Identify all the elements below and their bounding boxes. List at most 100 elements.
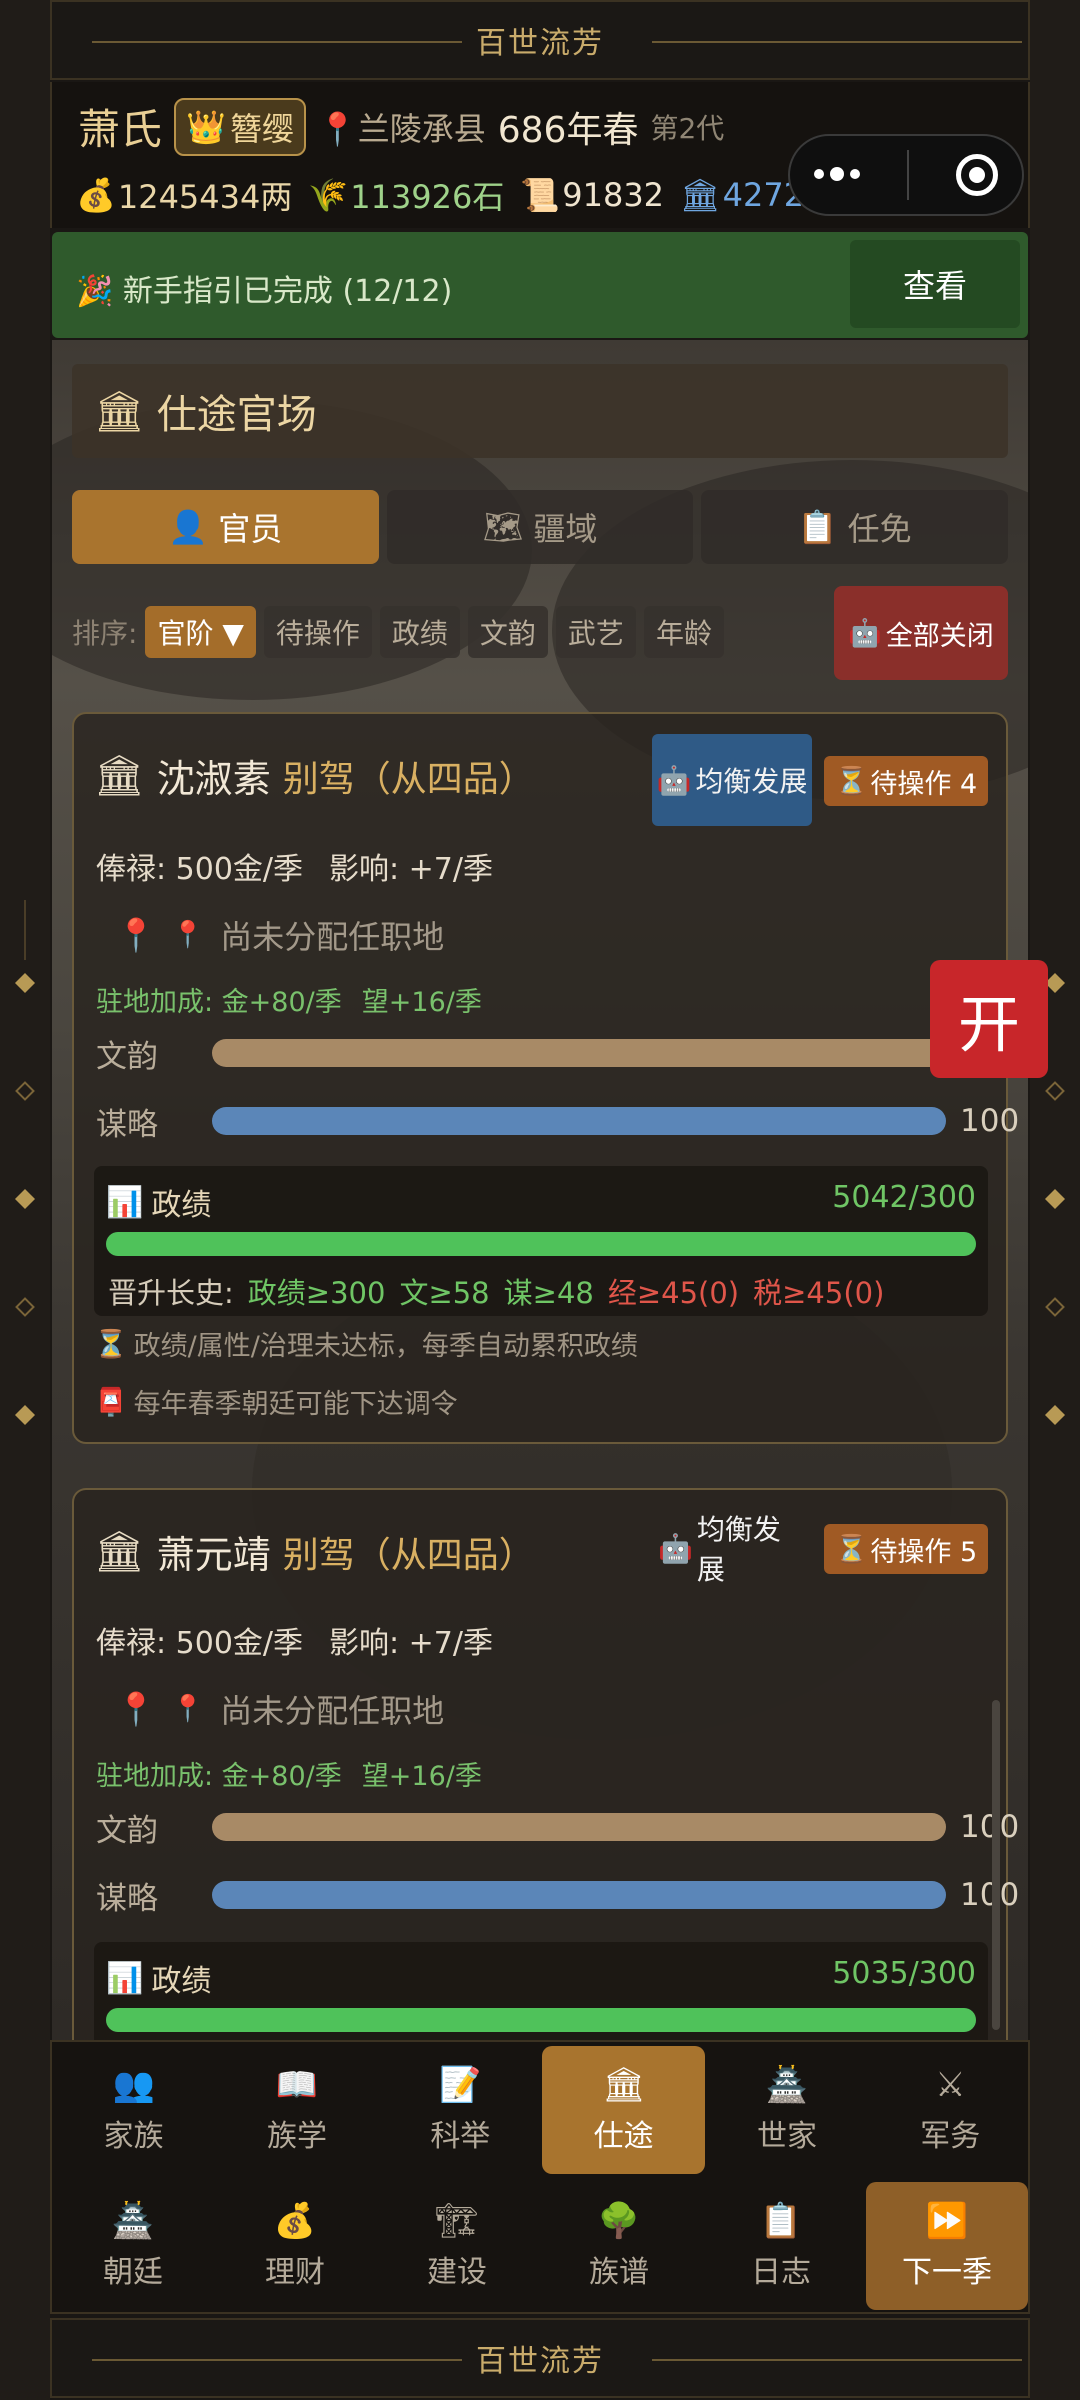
official-rank: 别驾（从四品） [282, 758, 535, 800]
performance-bar [106, 2008, 976, 2032]
exam-icon: 📝 [439, 2065, 482, 2105]
post-assignment[interactable]: 📍 📍 尚未分配任职地 [116, 912, 444, 958]
bonus-gold: 驻地加成: 金+80/季 [96, 987, 342, 1018]
nav-item-family[interactable]: 👥 家族 [52, 2042, 215, 2178]
nav-item-castle[interactable]: 🏯 世家 [705, 2042, 868, 2178]
sort-literary-button[interactable]: 文韵 [467, 606, 548, 658]
nav-item-clipboard[interactable]: 📋 日志 [700, 2178, 862, 2314]
party-popper-icon: 🎉 [76, 274, 114, 309]
scrollbar[interactable] [992, 1700, 1000, 2030]
banner-title: 百世流芳 [462, 18, 618, 62]
pin-icon: 📍 [116, 1690, 156, 1728]
sort-martial-button[interactable]: 武艺 [555, 606, 636, 658]
pending-badge[interactable]: ⏳ 待操作 4 [824, 756, 988, 806]
pin-icon: 📍 [171, 1694, 205, 1724]
nav-item-book[interactable]: 📖 族学 [215, 2042, 378, 2178]
nav-item-crane[interactable]: 🏗 建设 [376, 2178, 538, 2314]
bar-chart-icon: 📊 [106, 1184, 144, 1220]
sort-age-button[interactable]: 年龄 [643, 606, 724, 658]
close-all-button[interactable]: 🤖 全部关闭 [834, 586, 1008, 680]
tab-territory-label: 疆域 [533, 510, 598, 548]
nav-item-label: 下一季 [902, 2255, 992, 2290]
nav-item-label: 族学 [266, 2119, 327, 2154]
nav-item-label: 理财 [265, 2255, 325, 2290]
strategy-button[interactable]: 🤖 均衡发展 [658, 1513, 808, 1586]
strategy-button[interactable]: 🤖 均衡发展 [652, 734, 812, 826]
official-name: 沈淑素 [156, 757, 271, 801]
status-header: 萧氏 👑 簪缨 📍兰陵承县 686年春 第2代 💰 1245434两 🌾 11392… [50, 82, 1030, 228]
clan-name: 萧氏 [78, 105, 163, 154]
sort-rank-button[interactable]: 官阶 ▼ [145, 606, 256, 658]
official-building-icon: 🏛 [94, 753, 145, 799]
pin-icon: 📍 [116, 916, 156, 954]
bottom-nav: 👥 家族 📖 族学 📝 科举 🏛 仕途 🏯 世家 ⚔ 军务 🏯 朝廷 💰 理财 🏗 建设 🌳 族谱 📋 日志 ⏩ 下一季 [50, 2040, 1030, 2314]
app-screen: 百世流芳 萧氏 👑 簪缨 📍兰陵承县 686年春 第2代 💰 1245434两 🌾… [0, 0, 1080, 2400]
official-card[interactable]: 🏛 沈淑素 别驾（从四品） 🤖 均衡发展 ⏳ 待操作 4 俸禄: 500金/季 影响:… [72, 712, 1019, 1444]
robot-icon: 🤖 [658, 1531, 693, 1565]
sort-pending-button[interactable]: 待操作 [263, 606, 372, 658]
tab-territory[interactable]: 🗺 疆域 [386, 490, 694, 564]
castle-icon: 🏯 [765, 2065, 809, 2105]
performance-value: 5035/300 [832, 1956, 976, 1991]
silver-resource: 💰 1245434两 [76, 172, 292, 218]
pin-icon: 📍 [171, 920, 205, 950]
nav-item-swords[interactable]: ⚔ 军务 [869, 2042, 1032, 2178]
post-label: 尚未分配任职地 [220, 1692, 445, 1730]
bar-chart-icon: 📊 [106, 1960, 144, 1996]
post-assignment[interactable]: 📍 📍 尚未分配任职地 [116, 1686, 444, 1732]
note-label: 政绩/属性/治理未达标，每季自动累积政绩 [133, 1331, 638, 1362]
close-target-icon[interactable] [956, 154, 999, 196]
section-title: 仕途官场 [156, 392, 317, 438]
sort-performance-button[interactable]: 政绩 [379, 606, 460, 658]
pending-badge[interactable]: ⏳ 待操作 5 [824, 1524, 988, 1574]
requirement: 经≥45(0) [607, 1276, 740, 1310]
attribute-row: 文韵 100 [96, 1804, 1019, 1850]
attribute-label: 谋略 [96, 1106, 158, 1143]
more-icon[interactable] [813, 167, 860, 181]
nav-item-money[interactable]: 💰 理财 [214, 2178, 376, 2314]
official-card[interactable]: 🏛 萧元靖 别驾（从四品） 🤖 均衡发展 ⏳ 待操作 5 俸禄: 500金/季 影响:… [72, 1488, 1019, 2050]
guide-text: 🎉 新手指引已完成 (12/12) [76, 266, 452, 310]
promotion-label: 晋升长史: [108, 1276, 234, 1310]
swords-icon: ⚔ [935, 2065, 966, 2105]
attribute-row: 谋略 100 [96, 1872, 1019, 1918]
left-decor-rail [0, 0, 50, 2400]
clipboard-icon: 📋 [759, 2201, 803, 2241]
location: 📍兰陵承县 [318, 104, 486, 150]
tab-appointments[interactable]: 📋 任免 [701, 490, 1009, 564]
nav-item-exam[interactable]: 📝 科举 [379, 2042, 542, 2178]
nav-item-court[interactable]: 🏯 朝廷 [52, 2178, 214, 2314]
pending-label: 待操作 5 [870, 1536, 978, 1568]
post-label: 尚未分配任职地 [220, 918, 445, 956]
building-icon: 🏛 [680, 176, 721, 214]
scroll-resource: 📜 91832 [520, 176, 664, 214]
fast-forward-icon: ⏩ [925, 2201, 969, 2241]
robot-icon: 🤖 [656, 763, 692, 797]
view-guide-button[interactable]: 查看 [850, 240, 1020, 328]
attribute-bar-literary [212, 1039, 946, 1067]
open-button[interactable]: 开 [930, 960, 1048, 1078]
title-badge[interactable]: 👑 簪缨 [174, 97, 306, 156]
location-label: 兰陵承县 [357, 109, 486, 148]
official-rank: 别驾（从四品） [282, 1534, 535, 1576]
banner-title: 百世流芳 [462, 2336, 618, 2380]
nav-item-label: 仕途 [593, 2119, 654, 2154]
requirement: 税≥45(0) [753, 1276, 885, 1310]
requirement: 政绩≥300 [247, 1276, 386, 1310]
scroll-value: 91832 [562, 176, 665, 214]
government-building-icon: 🏛 [94, 388, 145, 435]
performance-value: 5042/300 [832, 1180, 976, 1215]
nav-item-label: 家族 [103, 2119, 164, 2154]
nav-item-tree[interactable]: 🌳 族谱 [538, 2178, 700, 2314]
performance-panel: 📊 政绩 5042/300 晋升长史: 政绩≥300 文≥58 谋≥48 经≥45… [94, 1166, 988, 1316]
tab-officials[interactable]: 👤 官员 [72, 490, 379, 564]
note-label: 每年春季朝廷可能下达调令 [133, 1389, 458, 1420]
nav-item-label: 建设 [427, 2255, 487, 2290]
nav-item-label: 日志 [751, 2255, 811, 2290]
attribute-value: 100 [960, 1877, 1020, 1913]
sort-bar: 排序: 官阶 ▼ 待操作 政绩 文韵 武艺 年龄 [72, 606, 724, 658]
clipboard-icon: 📋 [797, 508, 838, 546]
nav-item-official[interactable]: 🏛 仕途 [541, 2046, 706, 2174]
nav-item-fast-forward[interactable]: ⏩ 下一季 [866, 2182, 1028, 2310]
attribute-row: 谋略 100 [96, 1098, 1019, 1144]
